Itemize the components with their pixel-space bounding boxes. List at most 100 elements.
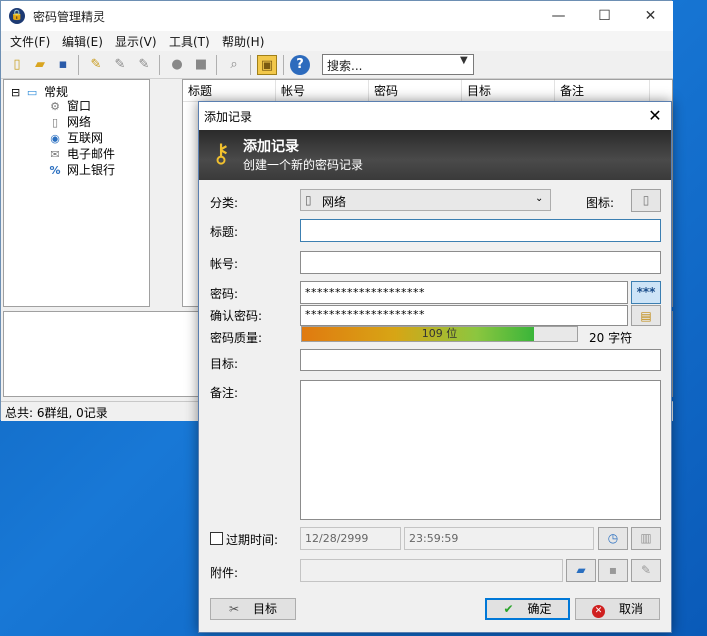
attachment-label: 附件: — [210, 566, 239, 580]
title-bar: 🔒 密码管理精灵 — ☐ ✕ — [1, 1, 673, 31]
save-attachment-icon[interactable]: ▪ — [598, 559, 628, 582]
folder-icon[interactable]: ■ — [191, 55, 211, 75]
cancel-button-label: 取消 — [618, 602, 643, 616]
remove-attachment-icon[interactable]: ✎ — [631, 559, 661, 582]
column-header-title[interactable]: 标题 — [183, 80, 276, 102]
toolbar-separator — [78, 55, 79, 75]
tree-item-network[interactable]: ▯ 网络 — [47, 113, 91, 130]
password-value: ******************** — [305, 286, 425, 299]
ok-button[interactable]: ✔ 确定 — [485, 598, 570, 620]
column-header-notes[interactable]: 备注 — [555, 80, 650, 102]
column-header-target[interactable]: 目标 — [462, 80, 555, 102]
calendar-icon[interactable]: ▥ — [631, 527, 661, 550]
tree-item-email[interactable]: ✉ 电子邮件 — [47, 145, 115, 162]
ok-button-label: 确定 — [527, 602, 552, 616]
key-icon: ⚷ — [211, 139, 231, 169]
tree-item-label: 网络 — [67, 115, 92, 129]
header-title: 添加记录 — [243, 139, 299, 155]
edit-key-icon[interactable]: ✎ — [110, 55, 130, 75]
maximize-button[interactable]: ☐ — [582, 1, 627, 31]
open-folder-icon[interactable]: ▰ — [30, 55, 50, 75]
email-icon: ✉ — [50, 147, 60, 161]
minimize-button[interactable]: — — [536, 1, 581, 31]
toolbar-separator — [159, 55, 160, 75]
expiry-time-field[interactable]: 23:59:59 — [404, 527, 594, 550]
target-label: 目标: — [210, 357, 239, 371]
cancel-button[interactable]: ✕ 取消 — [575, 598, 660, 620]
menu-help[interactable]: 帮助(H) — [222, 33, 264, 50]
title-label: 标题: — [210, 225, 239, 239]
globe-icon: ◉ — [50, 131, 60, 145]
quality-label: 密码质量: — [210, 331, 263, 345]
expiry-checkbox[interactable] — [210, 532, 223, 545]
open-folder-icon[interactable]: ▰ — [566, 559, 596, 582]
dialog-title-bar: 添加记录 ✕ — [199, 102, 671, 130]
password-quality-bits: 109 位 — [421, 327, 458, 340]
password-label: 密码: — [210, 287, 239, 301]
toolbar-separator — [250, 55, 251, 75]
column-header-account[interactable]: 帐号 — [276, 80, 369, 102]
check-icon: ✔ — [503, 602, 514, 616]
app-lock-icon: 🔒 — [9, 8, 25, 24]
show-password-toggle[interactable]: *** — [631, 281, 661, 304]
dialog-close-button[interactable]: ✕ — [643, 104, 667, 128]
user-icon[interactable]: ● — [167, 55, 187, 75]
dialog-header: ⚷ 添加记录 创建一个新的密码记录 — [199, 130, 671, 180]
notes-textarea[interactable] — [300, 380, 661, 520]
tree-item-label: 网上银行 — [67, 163, 116, 177]
tree-item-online-bank[interactable]: % 网上银行 — [47, 161, 115, 178]
add-record-dialog: 添加记录 ✕ ⚷ 添加记录 创建一个新的密码记录 分类: ▯ 网络 ⌄ 图标: … — [198, 101, 672, 633]
chevron-down-icon: ⌄ — [535, 193, 544, 204]
tools-icon: ✂ — [228, 602, 240, 616]
app-title: 密码管理精灵 — [33, 10, 106, 24]
search-combobox[interactable]: 搜索... — [322, 54, 474, 75]
save-icon[interactable]: ▪ — [53, 55, 73, 75]
toolbar-separator — [283, 55, 284, 75]
collapse-icon[interactable]: ⊟ — [11, 86, 20, 99]
title-input[interactable] — [300, 219, 661, 242]
new-file-icon[interactable]: ▯ — [7, 55, 27, 75]
column-header-password[interactable]: 密码 — [369, 80, 462, 102]
category-select[interactable]: ▯ 网络 ⌄ — [300, 189, 551, 211]
expiry-date-field[interactable]: 12/28/2999 — [300, 527, 401, 550]
find-icon[interactable]: ⌕ — [224, 55, 244, 75]
add-key-icon[interactable]: ✎ — [86, 55, 106, 75]
toolbar: ▯ ▰ ▪ ✎ ✎ ✎ ● ■ ⌕ ▣ ? 搜索... ▼ — [1, 51, 673, 79]
confirm-password-input[interactable]: ******************** — [300, 305, 628, 326]
menu-tools[interactable]: 工具(T) — [169, 33, 210, 50]
folder-icon: ▭ — [26, 85, 38, 99]
target-input[interactable] — [300, 349, 661, 371]
close-button[interactable]: ✕ — [628, 1, 673, 31]
choose-icon-button[interactable]: ▯ — [631, 189, 661, 212]
header-subtitle: 创建一个新的密码记录 — [243, 158, 364, 172]
tree-item-label: 电子邮件 — [67, 147, 116, 161]
toolbar-separator — [216, 55, 217, 75]
dialog-title: 添加记录 — [204, 110, 253, 124]
tree-item-label: 窗口 — [67, 99, 92, 113]
password-input[interactable]: ******************** — [300, 281, 628, 304]
menu-view[interactable]: 显示(V) — [115, 33, 157, 50]
menu-bar: 文件(F) 编辑(E) 显示(V) 工具(T) 帮助(H) — [1, 31, 673, 51]
password-quality-bar: 109 位 — [301, 326, 578, 342]
clock-icon[interactable]: ◷ — [598, 527, 628, 550]
menu-file[interactable]: 文件(F) — [10, 33, 50, 50]
notes-label: 备注: — [210, 386, 239, 400]
lock-icon[interactable]: ▣ — [257, 55, 277, 75]
attachment-field[interactable] — [300, 559, 563, 582]
window-icon: ⚙ — [50, 99, 60, 113]
tree-item-internet[interactable]: ◉ 互联网 — [47, 129, 103, 146]
delete-key-icon[interactable]: ✎ — [134, 55, 154, 75]
chevron-down-icon[interactable]: ▼ — [460, 55, 468, 66]
generate-password-button[interactable]: ▤ — [631, 305, 661, 326]
status-text: 总共: 6群组, 0记录 — [5, 406, 108, 420]
category-label: 分类: — [210, 196, 239, 210]
help-icon[interactable]: ? — [290, 55, 310, 75]
account-label: 帐号: — [210, 257, 239, 271]
menu-edit[interactable]: 编辑(E) — [62, 33, 103, 50]
confirm-password-value: ******************** — [305, 308, 425, 321]
network-icon: ▯ — [305, 193, 312, 207]
target-button[interactable]: ✂ 目标 — [210, 598, 296, 620]
account-input[interactable] — [300, 251, 661, 274]
network-icon: ▯ — [51, 115, 59, 129]
tree-item-window[interactable]: ⚙ 窗口 — [47, 97, 91, 114]
